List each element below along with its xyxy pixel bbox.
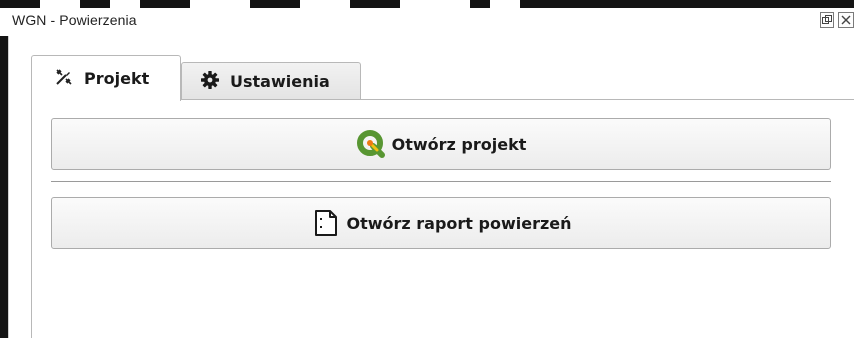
restore-icon[interactable] <box>820 12 834 28</box>
separator <box>51 181 831 183</box>
open-report-button[interactable]: Otwórz raport powierzeń <box>51 197 831 249</box>
gear-icon <box>200 70 220 94</box>
qgis-logo-icon <box>356 129 386 159</box>
button-label: Otwórz raport powierzeń <box>346 213 572 233</box>
close-icon[interactable] <box>838 12 854 28</box>
tab-pane-projekt: Otwórz projekt Otwórz raport powierzeń <box>31 99 854 338</box>
tab-label: Projekt <box>84 69 150 88</box>
document-icon <box>310 208 340 238</box>
dock-panel: Projekt Ustawienia Otwórz projekt Otwórz… <box>8 36 854 338</box>
title-bar[interactable]: WGN - Powierzenia <box>0 8 854 36</box>
button-label: Otwórz projekt <box>391 134 527 154</box>
tab-label: Ustawienia <box>230 72 330 91</box>
window-title: WGN - Powierzenia <box>12 12 137 28</box>
open-project-button[interactable]: Otwórz projekt <box>51 118 831 170</box>
tab-projekt[interactable]: Projekt <box>31 55 181 101</box>
dock-window: WGN - Powierzenia Projekt Ustawienia Otw… <box>0 0 854 338</box>
pencil-ruler-icon <box>54 67 74 91</box>
tab-ustawienia[interactable]: Ustawienia <box>181 62 361 100</box>
